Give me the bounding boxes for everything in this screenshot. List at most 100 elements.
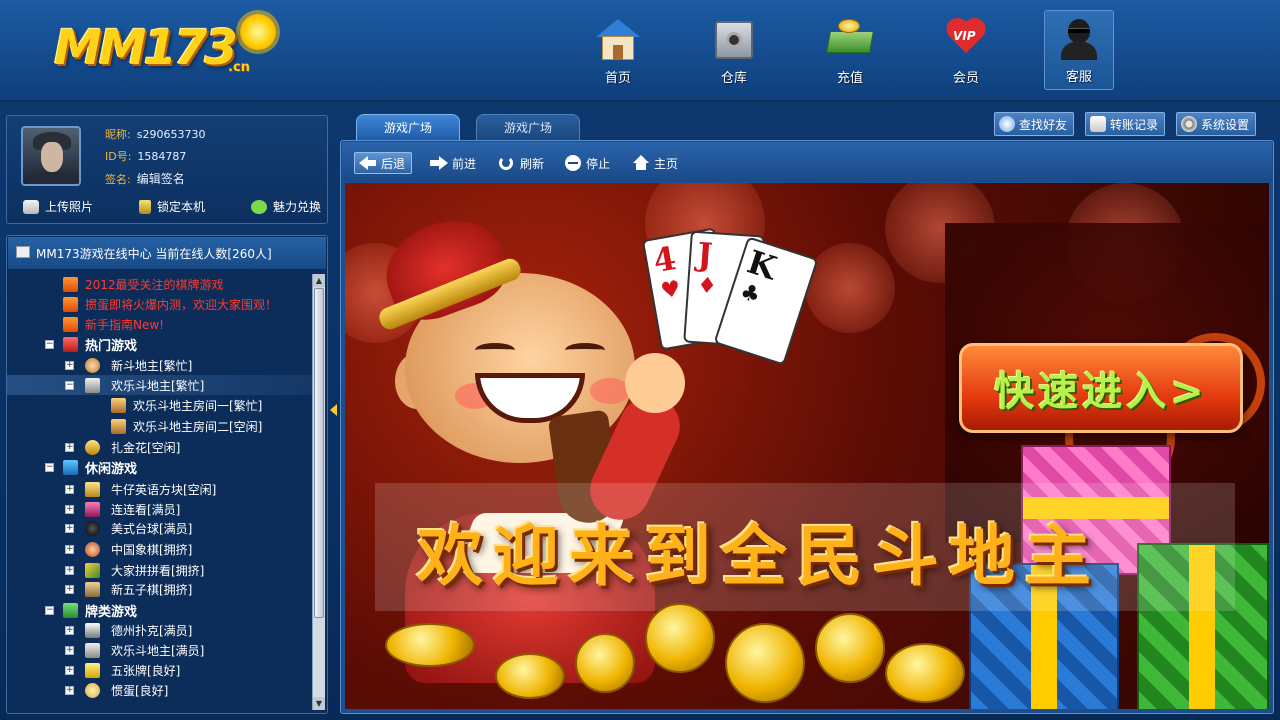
chess-piece-icon [85,541,100,557]
game-list-title: MM173游戏在线中心 当前在线人数[260人] [8,237,326,269]
game-label: 中国象棋[拥挤] [111,542,193,557]
game-list-scrollbar[interactable]: ▲ ▼ [312,274,325,710]
notice-item[interactable]: 2012最受关注的棋牌游戏 [7,274,312,294]
user-profile-panel: 昵称: s290653730 ID号: 1584787 签名: 编辑签名 上传照片 锁… [6,115,328,224]
welcome-title: 欢迎来到全民斗地主 [417,518,1101,595]
game-item[interactable]: + 新五子棋[拥挤] [7,579,312,599]
notice-item[interactable]: 新手指南New! [7,314,312,334]
quick-enter-label: 快速进入> [994,369,1208,415]
gomoku-icon [85,581,100,597]
scroll-down-arrow-icon[interactable]: ▼ [313,697,325,710]
home-button[interactable]: 主页 [632,152,678,174]
game-item[interactable]: + 美式台球[满员] [7,518,312,538]
gold-flower-game-icon [85,439,100,455]
expand-toggle[interactable]: + [65,544,74,554]
find-friend-button[interactable]: 查找好友 [994,112,1075,136]
game-item[interactable]: + 牛仔英语方块[空闲] [7,479,312,499]
game-label: 欢乐斗地主[满员] [111,643,205,658]
room-house-icon [111,397,126,413]
top-nav: 首页 仓库 充值 VIP 会员 客服 [560,10,1114,92]
vip-badge: VIP [953,29,976,43]
browser-toolbar: 后退 前进 刷新 停止 主页 [342,142,1272,182]
promo-banner[interactable]: 4 ♥ J ♦ K ♣ 快速进入> 欢迎来到全民斗地主 [345,183,1269,709]
nav-member[interactable]: VIP 会员 [908,10,1024,90]
expand-toggle[interactable]: + [65,360,74,370]
collapse-toggle[interactable]: − [45,339,54,349]
expand-toggle[interactable]: + [65,523,74,533]
game-item[interactable]: + 五张牌[良好] [7,660,312,680]
game-item-selected[interactable]: − 欢乐斗地主[繁忙] [7,375,312,395]
collapse-toggle[interactable]: − [45,605,54,615]
category-label: 牌类游戏 [85,604,138,620]
gold-coin-icon [815,613,885,683]
expand-toggle[interactable]: + [65,484,74,494]
casual-games-icon [63,459,78,475]
game-item[interactable]: + 德州扑克[满员] [7,620,312,640]
nav-recharge[interactable]: 充值 [792,10,908,90]
document-icon [1090,116,1106,132]
expand-toggle[interactable]: + [65,442,74,452]
game-item[interactable]: + 大家拼拼看[拥挤] [7,560,312,580]
refresh-button[interactable]: 刷新 [498,152,544,174]
forward-label: 前进 [452,156,477,171]
game-item[interactable]: + 欢乐斗地主[满员] [7,640,312,660]
landlord-game-icon [85,357,100,373]
nav-home[interactable]: 首页 [560,10,676,90]
expand-toggle[interactable]: + [65,645,74,655]
expand-toggle[interactable]: + [65,665,74,675]
upload-photo-label: 上传照片 [45,200,94,214]
notice-label: 新手指南New! [85,317,164,332]
room-label: 欢乐斗地主房间二[空闲] [133,419,263,434]
quick-enter-button[interactable]: 快速进入> [959,343,1243,433]
expand-toggle[interactable]: + [65,685,74,695]
collapse-toggle[interactable]: − [65,380,74,390]
nav-warehouse-label: 仓库 [720,71,747,86]
game-item[interactable]: + 扎金花[空闲] [7,437,312,457]
upload-photo-button[interactable]: 上传照片 [23,198,93,215]
collapse-toggle[interactable]: − [45,462,54,472]
lock-machine-label: 锁定本机 [156,200,205,214]
game-item[interactable]: + 惯蛋[良好] [7,680,312,700]
expand-toggle[interactable]: + [65,504,74,514]
safe-icon [710,17,758,61]
avatar[interactable] [21,126,81,186]
charm-exchange-label: 魅力兑换 [272,200,321,214]
home-icon [632,155,650,171]
poker-icon [85,622,100,638]
system-settings-button[interactable]: 系统设置 [1176,112,1257,136]
room-item[interactable]: 欢乐斗地主房间二[空闲] [7,416,312,436]
expand-toggle[interactable]: + [65,584,74,594]
tab-game-plaza-active[interactable]: 游戏广场 [356,114,460,140]
photo-icon [23,199,39,214]
edit-signature-link[interactable]: 编辑签名 [137,172,185,186]
category-casual-games[interactable]: − 休闲游戏 [7,457,312,477]
forward-button[interactable]: 前进 [430,152,476,174]
stop-button[interactable]: 停止 [564,152,610,174]
gold-ingot-icon [385,623,475,667]
lock-machine-button[interactable]: 锁定本机 [138,198,205,215]
game-label: 连连看[满员] [111,502,181,517]
game-item[interactable]: + 中国象棋[拥挤] [7,539,312,559]
collapse-panel-arrow-icon[interactable] [330,404,337,416]
category-hot-games[interactable]: − 热门游戏 [7,334,312,354]
category-card-games[interactable]: − 牌类游戏 [7,600,312,620]
charm-exchange-button[interactable]: 魅力兑换 [250,198,321,215]
game-item[interactable]: + 连连看[满员] [7,499,312,519]
signature-key: 签名: [105,173,131,186]
back-button[interactable]: 后退 [354,152,413,174]
scroll-thumb[interactable] [314,288,324,618]
room-house-icon [111,418,126,434]
transfer-record-button[interactable]: 转账记录 [1085,112,1166,136]
scroll-up-arrow-icon[interactable]: ▲ [313,274,325,287]
expand-toggle[interactable]: + [65,625,74,635]
room-item[interactable]: 欢乐斗地主房间一[繁忙] [7,395,312,415]
find-friend-label: 查找好友 [1019,117,1068,132]
tab-game-plaza[interactable]: 游戏广场 [476,114,580,140]
nav-customer-service[interactable]: 客服 [1044,10,1114,90]
heart-icon [250,199,267,214]
game-item[interactable]: + 新斗地主[繁忙] [7,355,312,375]
nav-warehouse[interactable]: 仓库 [676,10,792,90]
expand-toggle[interactable]: + [65,565,74,575]
notice-item[interactable]: 掼蛋即将火爆内测，欢迎大家围观！ [7,294,312,314]
puzzle-game-icon [85,562,100,578]
